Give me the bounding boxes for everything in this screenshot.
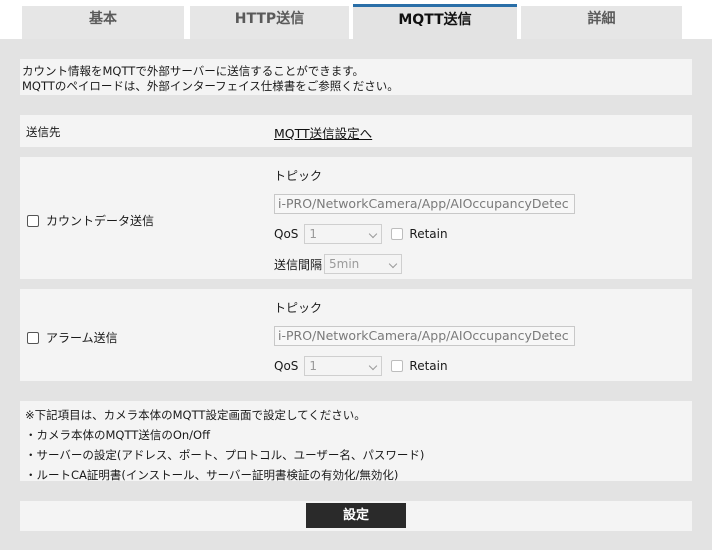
intro-line-1: カウント情報をMQTTで外部サーバーに送信することができます。 — [22, 64, 365, 78]
count-topic-input[interactable]: i-PRO/NetworkCamera/App/AIOccupancyDetec — [274, 194, 575, 214]
alarm-qos-value: 1 — [309, 359, 318, 373]
alarm-retain-row[interactable]: Retain — [391, 359, 448, 373]
destination-label: 送信先 — [26, 125, 61, 139]
alarm-qos-label: QoS — [274, 359, 299, 373]
count-qos-select[interactable]: 1 — [304, 224, 383, 244]
count-data-checkbox-row[interactable]: カウントデータ送信 — [27, 212, 154, 229]
notes-box: ※下記項目は、カメラ本体のMQTT設定画面で設定してください。 ・カメラ本体のM… — [20, 401, 692, 482]
count-qos-label: QoS — [274, 227, 299, 241]
count-qos-value: 1 — [309, 227, 318, 241]
count-interval-select[interactable]: 5min — [324, 254, 403, 274]
destination-row: 送信先 MQTT送信設定へ — [20, 115, 692, 147]
count-retain-label: Retain — [409, 227, 448, 241]
chevron-down-icon — [369, 229, 378, 239]
count-interval-label: 送信間隔 — [274, 257, 323, 272]
notes-item: ・カメラ本体のMQTT送信のOn/Off — [25, 428, 211, 442]
alarm-checkbox-row[interactable]: アラーム送信 — [27, 329, 118, 346]
alarm-qos-row: QoS 1 Retain — [274, 356, 448, 376]
count-interval-row: 送信間隔 5min — [274, 254, 403, 274]
tab-detail[interactable]: 詳細 — [521, 6, 682, 39]
tab-mqtt-send[interactable]: MQTT送信 — [353, 4, 517, 39]
count-qos-row: QoS 1 Retain — [274, 224, 448, 244]
settings-panel: カウント情報をMQTTで外部サーバーに送信することができます。 MQTTのペイロ… — [0, 39, 712, 550]
tab-basic[interactable]: 基本 — [22, 6, 184, 39]
footer-bar: 設定 — [20, 501, 692, 531]
mqtt-settings-link[interactable]: MQTT送信設定へ — [274, 123, 372, 142]
alarm-topic-label: トピック — [274, 301, 323, 315]
count-interval-value: 5min — [329, 257, 360, 271]
tab-http-send[interactable]: HTTP送信 — [190, 6, 349, 39]
notes-item: ・サーバーの設定(アドレス、ポート、プロトコル、ユーザー名、パスワード) — [25, 448, 425, 462]
chevron-down-icon — [369, 361, 378, 371]
submit-button[interactable]: 設定 — [306, 503, 406, 528]
notes-heading: ※下記項目は、カメラ本体のMQTT設定画面で設定してください。 — [25, 408, 366, 422]
intro-line-2: MQTTのペイロードは、外部インターフェイス仕様書をご参照ください。 — [22, 79, 399, 93]
intro-box: カウント情報をMQTTで外部サーバーに送信することができます。 MQTTのペイロ… — [20, 59, 692, 95]
chevron-down-icon — [388, 259, 398, 269]
count-data-checkbox[interactable] — [27, 214, 39, 227]
count-retain-row[interactable]: Retain — [391, 227, 448, 241]
alarm-retain-checkbox[interactable] — [391, 360, 404, 372]
notes-item: ・ルートCA証明書(インストール、サーバー証明書検証の有効化/無効化) — [25, 468, 399, 482]
alarm-qos-select[interactable]: 1 — [304, 356, 383, 376]
alarm-checkbox[interactable] — [27, 331, 39, 344]
tab-bar: 基本 HTTP送信 MQTT送信 詳細 — [0, 0, 712, 39]
alarm-section: アラーム送信 トピック i-PRO/NetworkCamera/App/AIOc… — [20, 289, 692, 381]
alarm-topic-input[interactable]: i-PRO/NetworkCamera/App/AIOccupancyDetec — [274, 326, 575, 346]
count-data-label: カウントデータ送信 — [46, 214, 155, 228]
alarm-label: アラーム送信 — [46, 331, 118, 345]
count-data-section: カウントデータ送信 トピック i-PRO/NetworkCamera/App/A… — [20, 157, 692, 279]
count-topic-label: トピック — [274, 169, 323, 183]
alarm-retain-label: Retain — [409, 359, 448, 373]
count-retain-checkbox[interactable] — [391, 228, 404, 240]
